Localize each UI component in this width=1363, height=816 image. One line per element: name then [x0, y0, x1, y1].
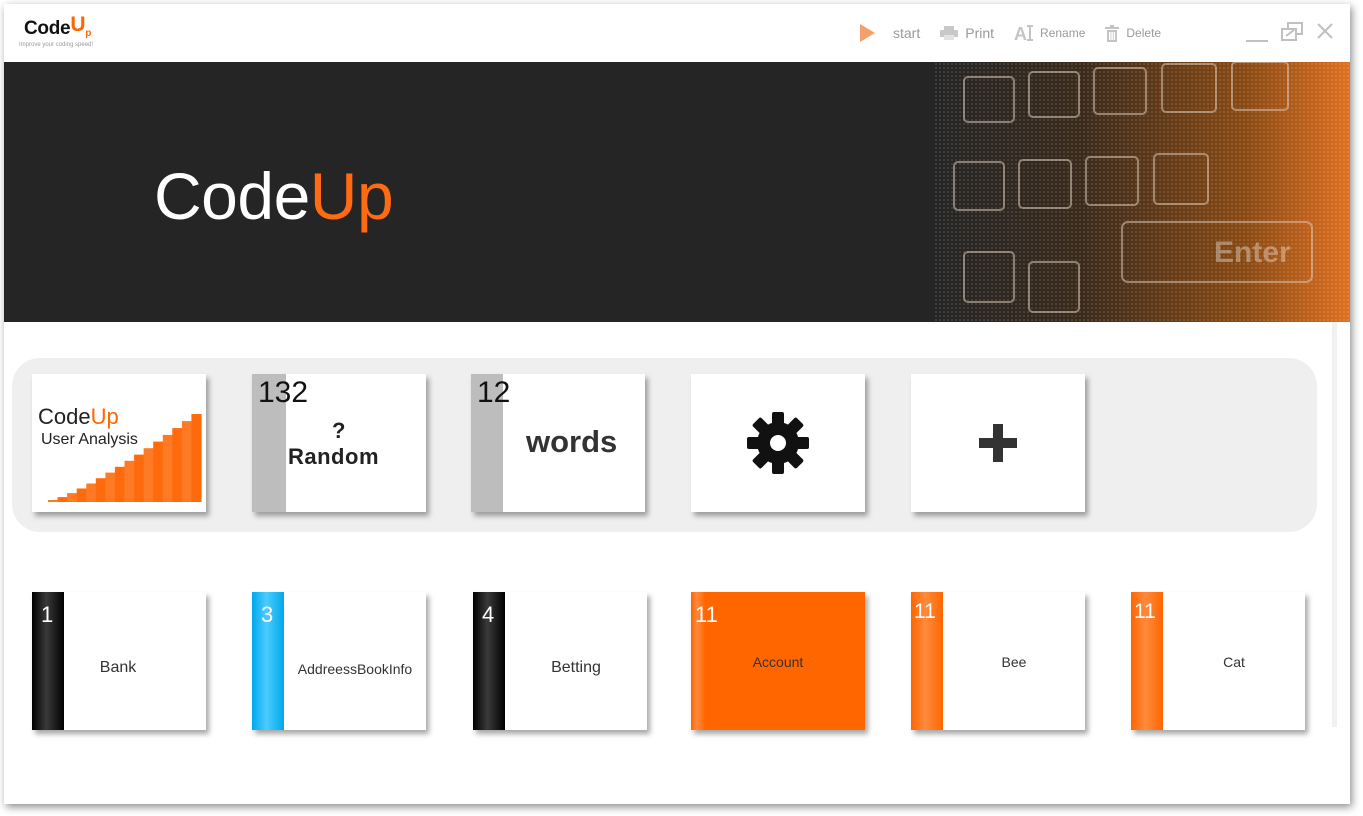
growth-bar — [57, 497, 68, 502]
category-name: Account — [752, 654, 804, 670]
category-name: Bee — [1001, 654, 1027, 670]
growth-bar — [172, 428, 183, 502]
category-count: 11 — [914, 600, 936, 623]
window-controls — [1244, 22, 1350, 44]
words-count: 12 — [477, 376, 511, 409]
logo-word: Code — [24, 18, 71, 39]
category-tile[interactable]: 3 AddreessBookInfo — [252, 592, 426, 730]
title-bar: CodeUp Improve your coding speed! start … — [4, 4, 1350, 62]
rename-label: Rename — [1040, 26, 1086, 40]
category-tile[interactable]: 11 Cat — [1131, 592, 1305, 730]
growth-bar — [181, 421, 193, 502]
words-tile[interactable]: 12 words — [471, 374, 645, 512]
user-analysis-tile[interactable]: CodeUp User Analysis — [32, 374, 206, 512]
category-tile[interactable]: 11 Account — [691, 592, 865, 730]
growth-bar — [67, 493, 78, 502]
category-tile[interactable]: 11 Bee — [911, 592, 1085, 730]
banner-title: CodeUp — [154, 158, 394, 234]
category-name: Bank — [99, 659, 137, 676]
category-count: 11 — [1134, 600, 1156, 623]
add-tile[interactable] — [911, 374, 1085, 512]
play-icon — [860, 24, 875, 42]
category-count: 1 — [41, 602, 54, 627]
print-button[interactable]: Print — [940, 25, 994, 41]
growth-bar — [95, 478, 106, 502]
settings-icon-wrap — [691, 374, 865, 512]
settings-tile[interactable] — [691, 374, 865, 512]
rename-button[interactable]: A Rename — [1014, 24, 1085, 42]
words-label: words — [526, 424, 618, 459]
print-label: Print — [965, 25, 995, 41]
svg-text:A: A — [1014, 24, 1027, 42]
growth-bar — [191, 414, 202, 502]
growth-bar — [124, 460, 135, 502]
growth-bar — [114, 466, 126, 502]
minimize-button[interactable] — [1244, 22, 1270, 44]
toolbar: start Print A Rename Delete — [860, 24, 1181, 42]
category-tile[interactable]: 1 Bank — [32, 592, 206, 730]
growth-bar — [153, 441, 164, 502]
logo-p: p — [85, 28, 91, 39]
rename-icon: A — [1014, 24, 1036, 42]
hero-banner: CodeUp Enter — [4, 62, 1350, 322]
feature-strip — [12, 358, 1317, 532]
random-question-mark: ? — [332, 418, 346, 443]
start-button[interactable]: start — [860, 24, 920, 42]
delete-button[interactable]: Delete — [1105, 24, 1162, 42]
minimize-icon — [1246, 40, 1268, 42]
category-count: 11 — [695, 602, 718, 627]
delete-label: Delete — [1126, 26, 1162, 40]
category-name: Betting — [551, 659, 601, 676]
category-count: 3 — [261, 602, 274, 627]
trash-icon — [1105, 24, 1120, 42]
banner-title-code: Code — [154, 159, 310, 233]
gear-icon — [747, 412, 809, 474]
growth-bar — [76, 488, 87, 502]
restore-icon — [1281, 22, 1303, 41]
growth-bar — [48, 500, 59, 502]
add-icon-wrap — [911, 374, 1085, 512]
enter-key-text: Enter — [1214, 236, 1291, 269]
plus-icon — [979, 424, 1017, 462]
random-count: 132 — [258, 376, 309, 409]
banner-title-up: Up — [309, 159, 394, 233]
category-tile[interactable]: 4 Betting — [473, 592, 647, 730]
growth-bar — [143, 448, 154, 502]
growth-bar — [105, 472, 116, 502]
app-logo: CodeUp Improve your coding speed! — [19, 13, 93, 48]
category-name: AddreessBookInfo — [297, 661, 413, 677]
printer-icon — [940, 26, 959, 40]
vertical-scrollbar[interactable] — [1332, 322, 1337, 727]
category-count: 4 — [482, 602, 495, 627]
random-label: Random — [288, 444, 379, 469]
logo-u: U — [70, 13, 86, 36]
growth-bar — [162, 434, 173, 502]
category-name: Cat — [1223, 654, 1245, 670]
logo-tagline: Improve your coding speed! — [19, 42, 94, 48]
growth-chart-icon — [48, 414, 202, 502]
growth-bar — [134, 454, 145, 502]
keyboard-art: Enter — [934, 62, 1350, 322]
restore-button[interactable] — [1280, 22, 1306, 44]
close-button[interactable] — [1316, 22, 1342, 44]
close-icon — [1317, 23, 1333, 39]
app-window: CodeUp Improve your coding speed! start … — [4, 4, 1350, 804]
growth-bar — [86, 483, 97, 502]
start-label: start — [893, 25, 921, 41]
random-tile[interactable]: 132 ? Random — [252, 374, 426, 512]
